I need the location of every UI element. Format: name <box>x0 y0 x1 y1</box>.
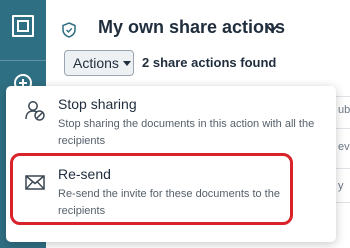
rail-divider <box>0 60 46 61</box>
results-count: 2 share actions found <box>142 55 277 70</box>
menu-item-description: Stop sharing the documents in this actio… <box>58 118 315 147</box>
background-cell-text: y <box>338 180 344 192</box>
background-cell-text: ub <box>338 104 350 116</box>
background-cell-text: ev <box>338 141 350 153</box>
table-divider <box>336 168 350 169</box>
stop-sharing-icon <box>25 101 45 121</box>
highlight-annotation <box>10 153 293 225</box>
page-title[interactable]: My own share actions <box>98 17 285 38</box>
chevron-down-icon[interactable] <box>266 25 278 33</box>
table-divider <box>336 128 350 129</box>
actions-button-label: Actions <box>73 55 119 71</box>
menu-item-stop-sharing[interactable]: Stop sharing Stop sharing the documents … <box>6 96 336 158</box>
actions-button[interactable]: Actions <box>64 50 134 76</box>
table-divider <box>336 96 350 97</box>
table-divider <box>336 202 350 203</box>
app-logo-icon[interactable] <box>12 15 34 37</box>
shield-icon <box>62 22 76 38</box>
menu-item-title: Stop sharing <box>58 96 137 112</box>
caret-down-icon <box>122 60 131 66</box>
